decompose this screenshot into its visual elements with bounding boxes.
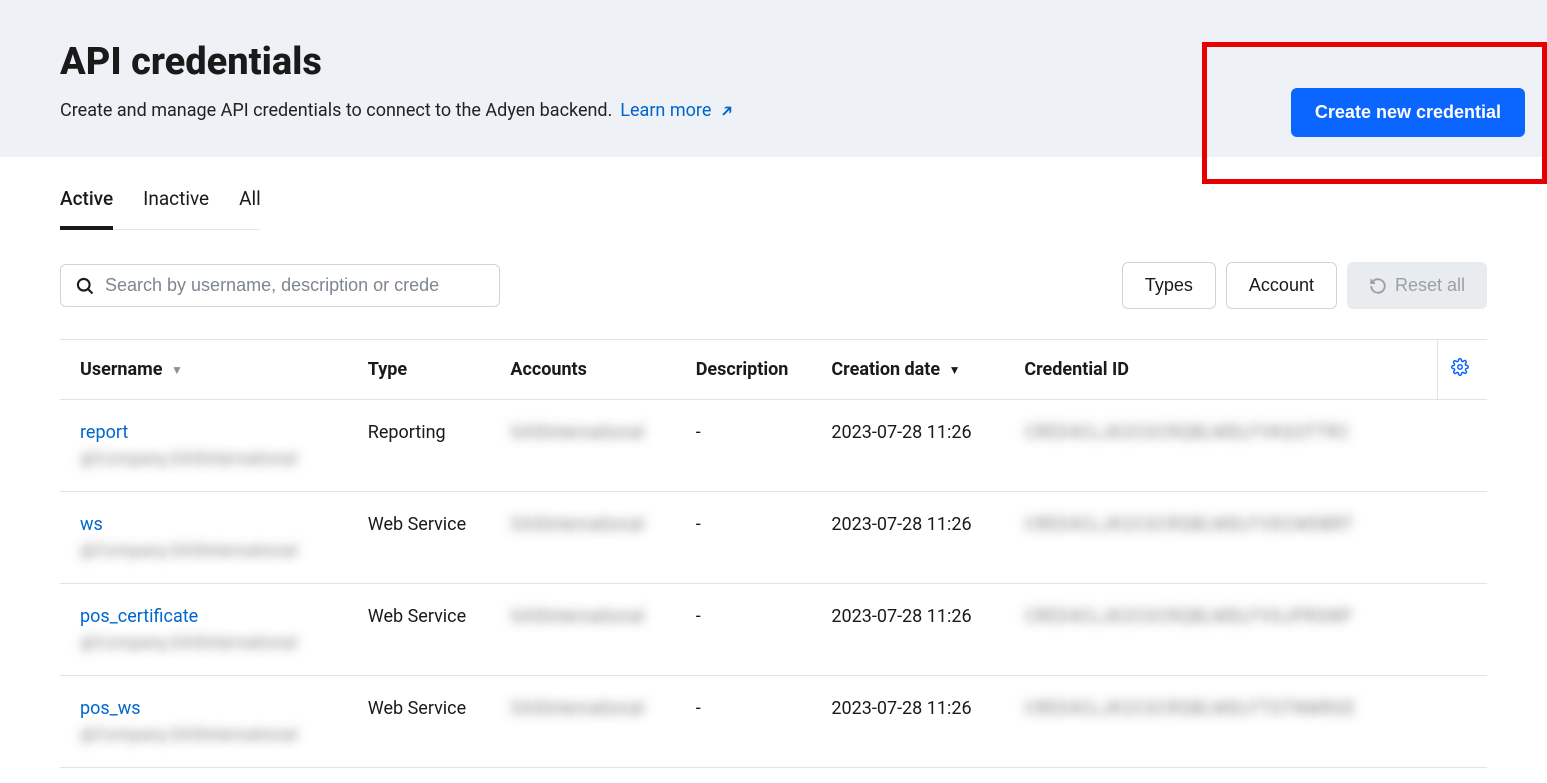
username-link[interactable]: ws	[80, 514, 103, 535]
table-row[interactable]: pos_certificate @Company.SASInternationa…	[60, 584, 1487, 676]
col-settings[interactable]	[1437, 340, 1487, 400]
search-icon	[75, 276, 95, 296]
learn-more-link[interactable]: Learn more ➔	[620, 100, 733, 121]
col-credential-id[interactable]: Credential ID	[1014, 340, 1437, 400]
filter-account-button[interactable]: Account	[1226, 262, 1337, 309]
cell-credential-id: CRED4CLJK2CGCRQBLMDLFTGTNMRGE	[1014, 676, 1437, 768]
username-link[interactable]: report	[80, 422, 128, 443]
cell-credential-id: CRED4CLJK2CGCRQBLMDLFVGJPRGNP	[1014, 584, 1437, 676]
cell-credential-id: CRED4CLJK2CGCRQBLMDLFVDCMSBRT	[1014, 492, 1437, 584]
credentials-table: Username ▼ Type Accounts Description Cre…	[60, 339, 1487, 768]
username-link[interactable]: pos_ws	[80, 698, 141, 719]
cell-description: -	[686, 584, 822, 676]
sort-caret-icon: ▼	[171, 363, 183, 377]
cell-type: Web Service	[358, 492, 501, 584]
cell-description: -	[686, 492, 822, 584]
cell-creation-date: 2023-07-28 11:26	[821, 400, 1014, 492]
learn-more-text: Learn more	[620, 100, 711, 121]
username-suffix: @Company.SASInternational	[80, 725, 348, 745]
page-subtitle: Create and manage API credentials to con…	[60, 100, 612, 121]
cell-type: Web Service	[358, 676, 501, 768]
cell-empty	[1437, 676, 1487, 768]
sort-caret-icon: ▼	[949, 363, 961, 377]
table-row[interactable]: pos_ws @Company.SASInternational Web Ser…	[60, 676, 1487, 768]
cell-accounts: SASInternational	[500, 400, 685, 492]
cell-creation-date: 2023-07-28 11:26	[821, 492, 1014, 584]
search-input[interactable]	[105, 275, 485, 296]
col-accounts[interactable]: Accounts	[500, 340, 685, 400]
cell-type: Web Service	[358, 584, 501, 676]
filter-group: Types Account Reset all	[1122, 262, 1487, 309]
reset-all-button[interactable]: Reset all	[1347, 262, 1487, 309]
table-row[interactable]: report @Company.SASInternational Reporti…	[60, 400, 1487, 492]
cell-empty	[1437, 584, 1487, 676]
col-description[interactable]: Description	[686, 340, 822, 400]
external-link-icon: ➔	[715, 99, 738, 122]
reset-icon	[1369, 277, 1387, 295]
cell-type: Reporting	[358, 400, 501, 492]
search-box[interactable]	[60, 264, 500, 307]
cell-creation-date: 2023-07-28 11:26	[821, 676, 1014, 768]
cell-description: -	[686, 400, 822, 492]
create-credential-button[interactable]: Create new credential	[1291, 88, 1525, 137]
col-type[interactable]: Type	[358, 340, 501, 400]
tab-all[interactable]: All	[239, 187, 261, 229]
col-username[interactable]: Username ▼	[60, 340, 358, 400]
cell-empty	[1437, 492, 1487, 584]
cell-creation-date: 2023-07-28 11:26	[821, 584, 1014, 676]
col-username-label: Username	[80, 359, 162, 380]
cell-accounts: SASInternational	[500, 676, 685, 768]
reset-label: Reset all	[1395, 275, 1465, 296]
cell-credential-id: CRED4CLJK2CGCRQBLMDLFVKQCFTRC	[1014, 400, 1437, 492]
cell-empty	[1437, 400, 1487, 492]
tab-active[interactable]: Active	[60, 187, 113, 230]
cell-accounts: SASInternational	[500, 492, 685, 584]
cell-accounts: SASInternational	[500, 584, 685, 676]
col-creation-date-label: Creation date	[831, 359, 940, 380]
tabs: Active Inactive All	[60, 157, 260, 230]
page-title: API credentials	[60, 40, 1487, 84]
username-link[interactable]: pos_certificate	[80, 606, 198, 627]
username-suffix: @Company.SASInternational	[80, 633, 348, 653]
tab-inactive[interactable]: Inactive	[143, 187, 209, 229]
filter-types-button[interactable]: Types	[1122, 262, 1216, 309]
controls-row: Types Account Reset all	[60, 262, 1487, 309]
subtitle-row: Create and manage API credentials to con…	[60, 100, 1487, 121]
gear-icon	[1451, 358, 1469, 376]
cell-description: -	[686, 676, 822, 768]
col-creation-date[interactable]: Creation date ▼	[821, 340, 1014, 400]
table-row[interactable]: ws @Company.SASInternational Web Service…	[60, 492, 1487, 584]
username-suffix: @Company.SASInternational	[80, 449, 348, 469]
username-suffix: @Company.SASInternational	[80, 541, 348, 561]
page-header: API credentials Create and manage API cr…	[0, 0, 1547, 157]
